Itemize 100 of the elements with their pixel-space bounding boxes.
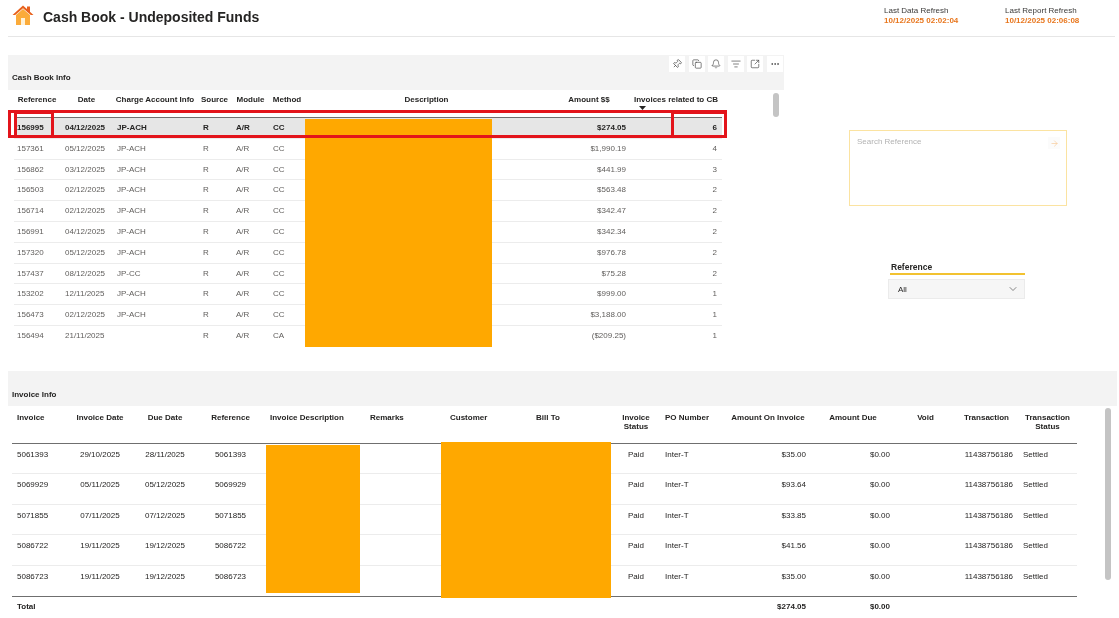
table-cell-text: 28/11/2025 xyxy=(144,449,186,461)
table-cell-text: 02/12/2025 xyxy=(64,184,107,197)
column-header[interactable]: Date xyxy=(62,96,111,105)
filter-button[interactable] xyxy=(727,56,744,72)
more-button[interactable] xyxy=(767,56,783,72)
total-cell-text: $0.00 xyxy=(868,600,891,613)
refresh-timestamp: 10/12/2025 02:06:08 xyxy=(1005,16,1080,25)
table-cell-text: $563.48 xyxy=(596,184,627,197)
table-cell-text: 05/12/2025 xyxy=(143,479,186,492)
table-cell-text: JP-ACH xyxy=(116,122,148,134)
copy-icon xyxy=(691,59,702,69)
table-cell-text: JP-ACH xyxy=(116,205,147,218)
column-header[interactable]: Invoice xyxy=(17,414,63,423)
table-cell-text: 2 xyxy=(711,226,718,238)
bell-icon xyxy=(711,59,722,69)
column-header[interactable]: Transaction Status xyxy=(1020,414,1075,431)
column-header[interactable]: Invoice Status xyxy=(614,414,658,431)
table-cell-text: A/R xyxy=(235,329,251,342)
column-header[interactable]: Invoice Description xyxy=(270,414,358,423)
table-cell-text: R xyxy=(202,329,210,342)
column-header[interactable]: Reference xyxy=(16,96,58,105)
table-cell-text: 156995 xyxy=(16,122,45,134)
house-icon xyxy=(12,5,34,25)
table-cell-text: R xyxy=(202,267,210,280)
table-cell-text: 6 xyxy=(711,122,718,134)
column-header[interactable]: PO Number xyxy=(665,414,721,423)
focus-mode-button[interactable] xyxy=(747,56,764,72)
table-cell-text: 05/12/2025 xyxy=(64,246,107,259)
table-cell-text: Paid xyxy=(627,509,645,522)
table-cell-text: R xyxy=(202,288,210,301)
column-header[interactable]: Amount Due xyxy=(812,414,894,423)
pin-button[interactable] xyxy=(669,56,686,72)
table-cell-text: JP-ACH xyxy=(116,246,147,259)
table-cell-text: $999.00 xyxy=(596,288,627,301)
column-header[interactable]: Customer xyxy=(450,414,522,423)
table-cell-text: 29/10/2025 xyxy=(78,449,121,461)
scrollbar-thumb[interactable] xyxy=(1105,408,1111,580)
column-header[interactable]: Remarks xyxy=(370,414,436,423)
table-cell-text: A/R xyxy=(235,267,251,280)
table-cell-text: CC xyxy=(272,205,286,218)
table-cell-text: 19/12/2025 xyxy=(143,540,186,553)
column-header[interactable]: Source xyxy=(199,96,230,105)
column-header[interactable]: Description xyxy=(307,96,546,105)
table-cell-text: $93.64 xyxy=(780,479,807,492)
table-cell-text: 156503 xyxy=(16,184,45,197)
column-header[interactable]: Invoice Date xyxy=(70,414,130,423)
column-header[interactable]: Void xyxy=(898,414,953,423)
table-cell-text: 5086722 xyxy=(16,540,50,553)
refresh-label: Last Report Refresh xyxy=(1005,6,1077,16)
table-cell-text: Settled xyxy=(1022,540,1049,553)
table-cell-text: CC xyxy=(272,142,286,155)
table-cell-text: 04/12/2025 xyxy=(64,226,107,238)
panel-title: Cash Book Info xyxy=(11,73,71,83)
table-cell-text: $33.85 xyxy=(780,509,807,522)
table-cell-text: $75.28 xyxy=(600,267,627,280)
column-header[interactable]: Reference xyxy=(200,414,261,423)
column-header[interactable]: Amount On Invoice xyxy=(728,414,808,423)
table-cell-text: ($209.25) xyxy=(590,329,627,342)
table-cell-text: Settled xyxy=(1022,449,1049,461)
table-cell-text: 5069929 xyxy=(213,479,248,492)
table-cell-text: 11438756186 xyxy=(963,449,1014,461)
search-field[interactable]: Search Reference xyxy=(849,130,1067,206)
table-cell-text: R xyxy=(202,246,210,259)
table-cell-text: $35.00 xyxy=(780,449,807,461)
column-header[interactable]: Bill To xyxy=(536,414,607,423)
square-arrow-icon xyxy=(750,59,761,69)
column-header[interactable]: Amount $$ xyxy=(550,96,628,105)
refresh-label: Last Data Refresh xyxy=(884,6,949,16)
copy-button[interactable] xyxy=(688,56,705,72)
table-row[interactable]: 5086723 19/11/2025 19/12/2025 5086723 Paid Inter-T $35.00 $0.00 11438756186 Settled xyxy=(12,565,1077,596)
column-header[interactable]: Transaction xyxy=(957,414,1016,423)
table-cell-text: Inter-T xyxy=(664,570,690,583)
table-cell-text: CC xyxy=(272,163,286,176)
table-cell-text: 11438756186 xyxy=(963,570,1014,583)
column-header[interactable]: Invoices related to CB xyxy=(632,96,720,105)
table-row[interactable]: 156494 21/11/2025 R A/R CA ($209.25) 1 xyxy=(14,325,722,347)
table-cell-text: 5069929 xyxy=(16,479,50,492)
table-cell-text: Paid xyxy=(627,449,645,461)
table-cell-text: A/R xyxy=(235,288,251,301)
column-header[interactable]: Due Date xyxy=(134,414,196,423)
scrollbar-thumb[interactable] xyxy=(773,93,779,117)
table-cell-text: 1 xyxy=(711,329,718,342)
table-cell-text: 5086722 xyxy=(213,540,248,553)
reference-dropdown[interactable]: All xyxy=(888,279,1025,299)
table-cell-text: CC xyxy=(272,309,286,322)
arrow-right-icon[interactable] xyxy=(1048,137,1060,149)
column-header[interactable]: Charge Account Info xyxy=(115,96,195,105)
refresh-timestamp: 10/12/2025 02:02:04 xyxy=(884,16,959,25)
table-cell-text: 156714 xyxy=(16,205,45,218)
table-cell-text: R xyxy=(202,226,210,238)
table-cell-text: 04/12/2025 xyxy=(64,122,107,134)
filter-icon xyxy=(730,59,741,69)
table-cell-text: 156494 xyxy=(16,329,45,342)
column-header[interactable]: Method xyxy=(271,96,303,105)
page-title: Cash Book - Undeposited Funds xyxy=(43,8,260,27)
column-header[interactable]: Module xyxy=(234,96,267,105)
table-cell-text: $274.05 xyxy=(596,122,627,134)
table-cell-text: Inter-T xyxy=(664,449,690,461)
bell-button[interactable] xyxy=(708,56,725,72)
table-cell-text: $0.00 xyxy=(868,449,891,461)
